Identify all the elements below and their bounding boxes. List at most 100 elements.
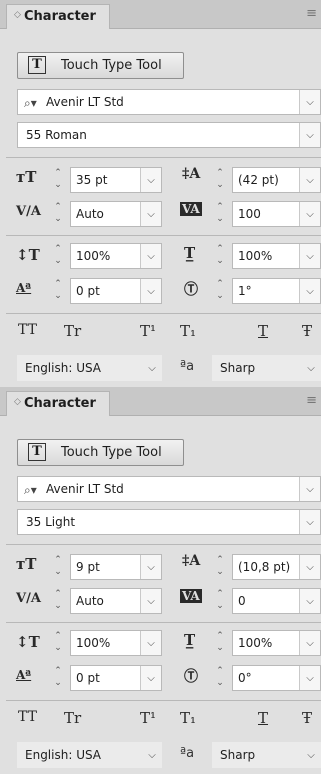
vertical-scale-field[interactable]: 100% ⌵ (70, 243, 162, 269)
horizontal-scale-icon: T̲ (184, 244, 196, 262)
strikethrough-button[interactable]: Ŧ (302, 709, 312, 727)
touch-type-tool-button[interactable]: T Touch Type Tool (17, 52, 184, 79)
font-family-field[interactable]: ⌕▾ Avenir LT Std ⌵ (17, 476, 321, 502)
underline-button[interactable]: T (258, 709, 268, 727)
panel-menu-icon[interactable]: ≡ (306, 6, 317, 21)
kerning-dropdown-icon[interactable]: ⌵ (140, 589, 161, 613)
baseline-shift-dropdown-icon[interactable]: ⌵ (140, 279, 161, 303)
tracking-dropdown-icon[interactable]: ⌵ (299, 589, 320, 613)
anti-aliasing-select[interactable]: Sharp ⌵ (212, 742, 321, 768)
baseline-shift-stepper[interactable]: ⌃ ⌄ (50, 278, 66, 304)
kerning-field[interactable]: Auto ⌵ (70, 588, 162, 614)
language-dropdown-icon[interactable]: ⌵ (142, 355, 162, 381)
leading-dropdown-icon[interactable]: ⌵ (299, 555, 320, 579)
rotation-stepper[interactable]: ⌃ ⌄ (212, 665, 228, 691)
horizontal-scale-dropdown-icon[interactable]: ⌵ (299, 244, 320, 268)
subscript-button[interactable]: T₁ (180, 322, 196, 340)
small-caps-button[interactable]: Tr (64, 322, 81, 340)
horizontal-scale-field[interactable]: 100% ⌵ (232, 630, 321, 656)
strikethrough-button[interactable]: Ŧ (302, 322, 312, 340)
font-size-field[interactable]: 35 pt ⌵ (70, 167, 162, 193)
kerning-field[interactable]: Auto ⌵ (70, 201, 162, 227)
small-caps-button[interactable]: Tr (64, 709, 81, 727)
kerning-dropdown-icon[interactable]: ⌵ (140, 202, 161, 226)
leading-icon: ‡A (182, 553, 201, 569)
vertical-scale-stepper[interactable]: ⌃ ⌄ (50, 243, 66, 269)
horizontal-scale-stepper[interactable]: ⌃ ⌄ (212, 243, 228, 269)
divider (6, 544, 321, 545)
tracking-stepper[interactable]: ⌃ ⌄ (212, 588, 228, 614)
anti-aliasing-select[interactable]: Sharp ⌵ (212, 355, 321, 381)
baseline-shift-stepper[interactable]: ⌃ ⌄ (50, 665, 66, 691)
kerning-icon: V/A (16, 204, 41, 219)
underline-button[interactable]: T (258, 322, 268, 340)
touch-type-label: Touch Type Tool (61, 58, 162, 73)
tracking-field[interactable]: 0 ⌵ (232, 588, 321, 614)
superscript-button[interactable]: T¹ (140, 322, 156, 340)
rotation-dropdown-icon[interactable]: ⌵ (299, 279, 320, 303)
font-size-value: 35 pt (76, 173, 108, 187)
tracking-dropdown-icon[interactable]: ⌵ (299, 202, 320, 226)
leading-stepper[interactable]: ⌃ ⌄ (212, 167, 228, 193)
anti-aliasing-dropdown-icon[interactable]: ⌵ (301, 355, 321, 381)
collapse-chevron-icon[interactable]: ◇ (14, 10, 21, 20)
font-size-stepper[interactable]: ⌃ ⌄ (50, 167, 66, 193)
rotation-dropdown-icon[interactable]: ⌵ (299, 666, 320, 690)
font-size-stepper[interactable]: ⌃ ⌄ (50, 554, 66, 580)
horizontal-scale-dropdown-icon[interactable]: ⌵ (299, 631, 320, 655)
character-tab[interactable]: ◇ Character (6, 391, 110, 416)
vertical-scale-dropdown-icon[interactable]: ⌵ (140, 244, 161, 268)
vertical-scale-value: 100% (76, 249, 111, 263)
character-tab[interactable]: ◇ Character (6, 4, 110, 29)
tracking-stepper[interactable]: ⌃ ⌄ (212, 201, 228, 227)
touch-type-tool-button[interactable]: T Touch Type Tool (17, 439, 184, 466)
font-style-field[interactable]: 55 Roman ⌵ (17, 122, 321, 148)
font-family-dropdown-icon[interactable]: ⌵ (299, 90, 320, 114)
superscript-button[interactable]: T¹ (140, 709, 156, 727)
panel-menu-icon[interactable]: ≡ (306, 393, 317, 408)
kerning-stepper[interactable]: ⌃ ⌄ (50, 588, 66, 614)
font-size-dropdown-icon[interactable]: ⌵ (140, 168, 161, 192)
vertical-scale-stepper[interactable]: ⌃ ⌄ (50, 630, 66, 656)
horizontal-scale-field[interactable]: 100% ⌵ (232, 243, 321, 269)
divider (6, 313, 321, 314)
leading-field[interactable]: (42 pt) ⌵ (232, 167, 321, 193)
tracking-field[interactable]: 100 ⌵ (232, 201, 321, 227)
horizontal-scale-stepper[interactable]: ⌃ ⌄ (212, 630, 228, 656)
vertical-scale-icon: ↕T (16, 246, 40, 264)
rotation-field[interactable]: 1° ⌵ (232, 278, 321, 304)
baseline-shift-value: 0 pt (76, 284, 100, 298)
leading-stepper[interactable]: ⌃ ⌄ (212, 554, 228, 580)
all-caps-button[interactable]: TT (18, 709, 37, 725)
subscript-button[interactable]: T₁ (180, 709, 196, 727)
baseline-shift-field[interactable]: 0 pt ⌵ (70, 665, 162, 691)
language-select[interactable]: English: USA ⌵ (17, 742, 162, 768)
language-select[interactable]: English: USA ⌵ (17, 355, 162, 381)
search-icon[interactable]: ⌕▾ (24, 483, 37, 498)
baseline-shift-field[interactable]: 0 pt ⌵ (70, 278, 162, 304)
font-family-field[interactable]: ⌕▾ Avenir LT Std ⌵ (17, 89, 321, 115)
kerning-stepper[interactable]: ⌃ ⌄ (50, 201, 66, 227)
vertical-scale-field[interactable]: 100% ⌵ (70, 630, 162, 656)
font-size-dropdown-icon[interactable]: ⌵ (140, 555, 161, 579)
font-style-field[interactable]: 35 Light ⌵ (17, 509, 321, 535)
font-size-field[interactable]: 9 pt ⌵ (70, 554, 162, 580)
font-family-value: Avenir LT Std (46, 95, 124, 109)
leading-dropdown-icon[interactable]: ⌵ (299, 168, 320, 192)
horizontal-scale-value: 100% (238, 249, 273, 263)
all-caps-button[interactable]: TT (18, 322, 37, 338)
baseline-shift-dropdown-icon[interactable]: ⌵ (140, 666, 161, 690)
character-panel: ◇ Character ≡ T Touch Type Tool ⌕▾ Aveni… (0, 387, 321, 774)
rotation-stepper[interactable]: ⌃ ⌄ (212, 278, 228, 304)
leading-field[interactable]: (10,8 pt) ⌵ (232, 554, 321, 580)
font-family-dropdown-icon[interactable]: ⌵ (299, 477, 320, 501)
search-icon[interactable]: ⌕▾ (24, 96, 37, 111)
tracking-icon: VA (180, 202, 202, 216)
rotation-field[interactable]: 0° ⌵ (232, 665, 321, 691)
collapse-chevron-icon[interactable]: ◇ (14, 397, 21, 407)
font-style-dropdown-icon[interactable]: ⌵ (299, 123, 320, 147)
font-style-dropdown-icon[interactable]: ⌵ (299, 510, 320, 534)
language-dropdown-icon[interactable]: ⌵ (142, 742, 162, 768)
anti-aliasing-dropdown-icon[interactable]: ⌵ (301, 742, 321, 768)
vertical-scale-dropdown-icon[interactable]: ⌵ (140, 631, 161, 655)
